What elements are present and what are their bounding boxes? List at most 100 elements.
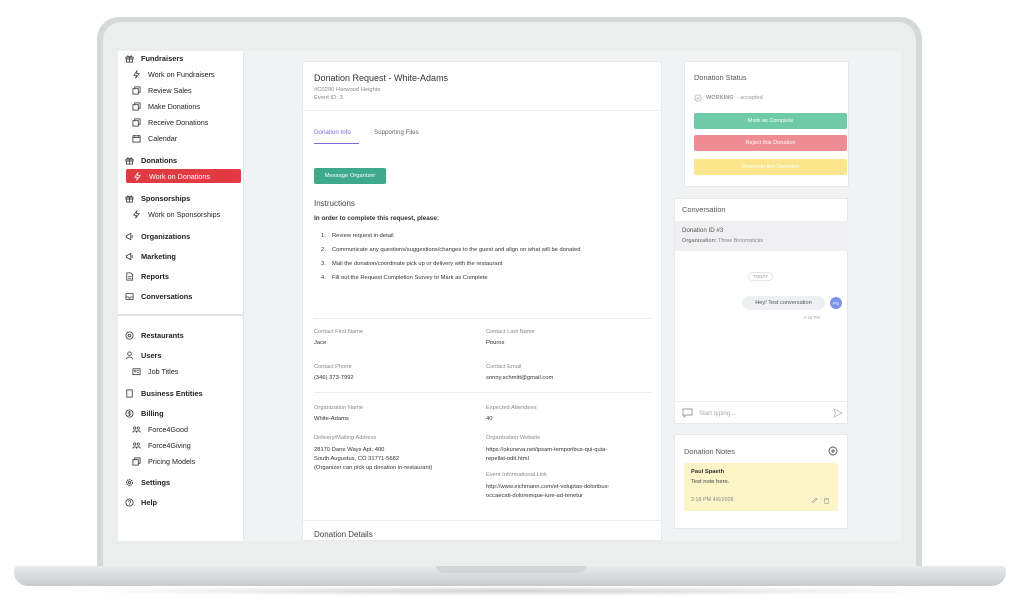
trash-icon[interactable] — [823, 497, 830, 504]
reassign-donation-button[interactable]: Reassign this Donation — [694, 159, 847, 175]
sidebar-item-label: Calendar — [148, 133, 178, 143]
message-composer[interactable]: Start typing... — [682, 406, 843, 420]
address-line3: (Organizer can pick up donation in-resta… — [314, 465, 433, 471]
sidebar-item-force4good[interactable]: Force4Good — [131, 422, 188, 436]
first-name-label: Contact First Name — [314, 329, 363, 335]
sidebar-item-organizations[interactable]: Organizations — [124, 229, 190, 243]
sidebar-item-sponsorships[interactable]: Sponsorships — [124, 191, 190, 205]
people-icon — [131, 440, 141, 450]
sidebar-item-calendar[interactable]: Calendar — [131, 131, 177, 145]
help-icon — [124, 497, 134, 507]
sidebar-item-pricing-models[interactable]: Pricing Models — [131, 454, 195, 468]
sidebar-item-make-donations[interactable]: Make Donations — [131, 99, 200, 113]
gift-icon — [124, 155, 134, 165]
add-note-icon[interactable] — [828, 446, 838, 456]
sidebar-item-label: Help — [141, 497, 158, 507]
gift-icon — [124, 193, 134, 203]
sidebar-item-work-on-fundraisers[interactable]: Work on Fundraisers — [131, 67, 215, 81]
status-state: WORKING — [706, 95, 734, 101]
sidebar-item-label: Review Sales — [148, 85, 192, 95]
address-label: Delivery/Mailing Address — [314, 435, 377, 441]
sidebar-item-review-sales[interactable]: Review Sales — [131, 83, 192, 97]
event-link-line2[interactable]: occaecati-doloremque-iure-ad-tenetur — [486, 492, 583, 501]
instruction-step: 1. Review request in detail — [321, 233, 394, 239]
sidebar-item-label: Work on Donations — [149, 171, 210, 181]
sidebar-item-fundraisers[interactable]: Fundraisers — [124, 51, 183, 65]
user-icon — [124, 350, 134, 360]
location-icon — [124, 330, 134, 340]
conversation-thread-header[interactable]: Donation ID #3 Organization: Three Broom… — [675, 221, 848, 251]
note-text: Test note here. — [691, 479, 730, 485]
conversation-donation-id: Donation ID #3 — [682, 227, 724, 234]
check-circle-icon — [694, 94, 702, 102]
sidebar-item-label: Donations — [141, 155, 178, 165]
sidebar-item-marketing[interactable]: Marketing — [124, 249, 176, 263]
message-time: 2:18 PM — [804, 315, 821, 320]
mark-complete-button[interactable]: Mark as Complete — [694, 113, 847, 129]
sidebar-item-label: Reports — [141, 271, 169, 281]
people-icon — [131, 424, 141, 434]
megaphone-icon — [124, 231, 134, 241]
instruction-step: 3. Mail the donation/coordinate pick up o… — [321, 261, 503, 267]
message-organizer-button[interactable]: Message Organizer — [314, 168, 386, 184]
message-input[interactable]: Start typing... — [699, 410, 833, 417]
website-line2[interactable]: repellat-odit.html — [486, 455, 529, 464]
reject-donation-button[interactable]: Reject this Donation — [694, 135, 847, 151]
sidebar-item-label: Fundraisers — [141, 53, 184, 63]
address-line1: 28170 Dane Ways Apt. 400 — [314, 447, 385, 453]
document-icon — [124, 271, 134, 281]
edit-icon[interactable] — [811, 497, 818, 504]
donation-status-card: Donation Status WORKING - accepted Mark … — [684, 61, 849, 187]
sidebar-item-label: Billing — [141, 408, 164, 418]
sidebar-item-label: Job Titles — [148, 366, 179, 376]
status-indicator: WORKING - accepted — [694, 94, 763, 102]
page-title: Donation Request - White-Adams — [314, 73, 449, 83]
last-name-label: Contact Last Name — [486, 329, 535, 335]
copy-icon — [131, 117, 141, 127]
note-author: Paul Spaeth — [691, 469, 725, 475]
sidebar-item-help[interactable]: Help — [124, 495, 157, 509]
sidebar-item-billing[interactable]: Billing — [124, 406, 164, 420]
donation-notes-card: Donation Notes Paul Spaeth Test note her… — [674, 434, 848, 529]
email-label: Contact Email — [486, 364, 522, 370]
request-address: #C0290 Harwood Heights — [314, 87, 381, 93]
email-value: sonny.schmitt@gmail.com — [486, 375, 554, 381]
active-tab-indicator — [314, 143, 359, 144]
sidebar-item-restaurants[interactable]: Restaurants — [124, 328, 184, 342]
website-line1[interactable]: https://okuneva.net/ipsam-temporibus-qui… — [486, 446, 607, 455]
tab-donation-info[interactable]: Donation Info — [314, 129, 351, 136]
sidebar-item-reports[interactable]: Reports — [124, 269, 169, 283]
sidebar-item-settings[interactable]: Settings — [124, 475, 170, 489]
bolt-icon — [131, 209, 141, 219]
conversation-org: Organization: Three Broomsticks — [682, 238, 764, 244]
sidebar-item-label: Sponsorships — [141, 193, 191, 203]
laptop-shadow — [60, 586, 964, 596]
sidebar-item-receive-donations[interactable]: Receive Donations — [131, 115, 208, 129]
tab-supporting-files[interactable]: Supporting Files — [374, 129, 419, 136]
bolt-icon — [132, 171, 142, 181]
sidebar-item-users[interactable]: Users — [124, 348, 162, 362]
section-divider — [314, 392, 652, 393]
calendar-icon — [131, 133, 141, 143]
sidebar-item-work-on-sponsorships[interactable]: Work on Sponsorships — [131, 207, 220, 221]
megaphone-icon — [124, 251, 134, 261]
donation-request-card: Donation Request - White-Adams #C0290 Ha… — [302, 61, 662, 541]
sidebar-item-job-titles[interactable]: Job Titles — [131, 364, 178, 378]
event-link-line1[interactable]: http://www.eichmann.com/et-voluptas-dolo… — [486, 483, 609, 492]
avatar: PS — [830, 297, 842, 309]
sidebar-item-donations[interactable]: Donations — [124, 153, 177, 167]
laptop-notch — [436, 566, 586, 573]
sidebar-item-conversations[interactable]: Conversations — [124, 289, 192, 303]
phone-value: (346) 373-7992 — [314, 375, 354, 381]
sidebar-item-force4giving[interactable]: Force4Giving — [131, 438, 191, 452]
sidebar-item-work-on-donations[interactable]: Work on Donations — [126, 169, 241, 183]
sidebar-item-business-entities[interactable]: Business Entities — [124, 386, 203, 400]
event-link-label: Event Informational Link — [486, 472, 548, 478]
dollar-icon — [124, 408, 134, 418]
sidebar-item-label: Work on Fundraisers — [148, 69, 215, 79]
sidebar-item-label: Make Donations — [148, 101, 200, 111]
gear-icon — [124, 477, 134, 487]
sidebar-item-label: Users — [141, 350, 162, 360]
instructions-heading: Instructions — [314, 199, 355, 208]
send-icon[interactable] — [833, 408, 843, 418]
